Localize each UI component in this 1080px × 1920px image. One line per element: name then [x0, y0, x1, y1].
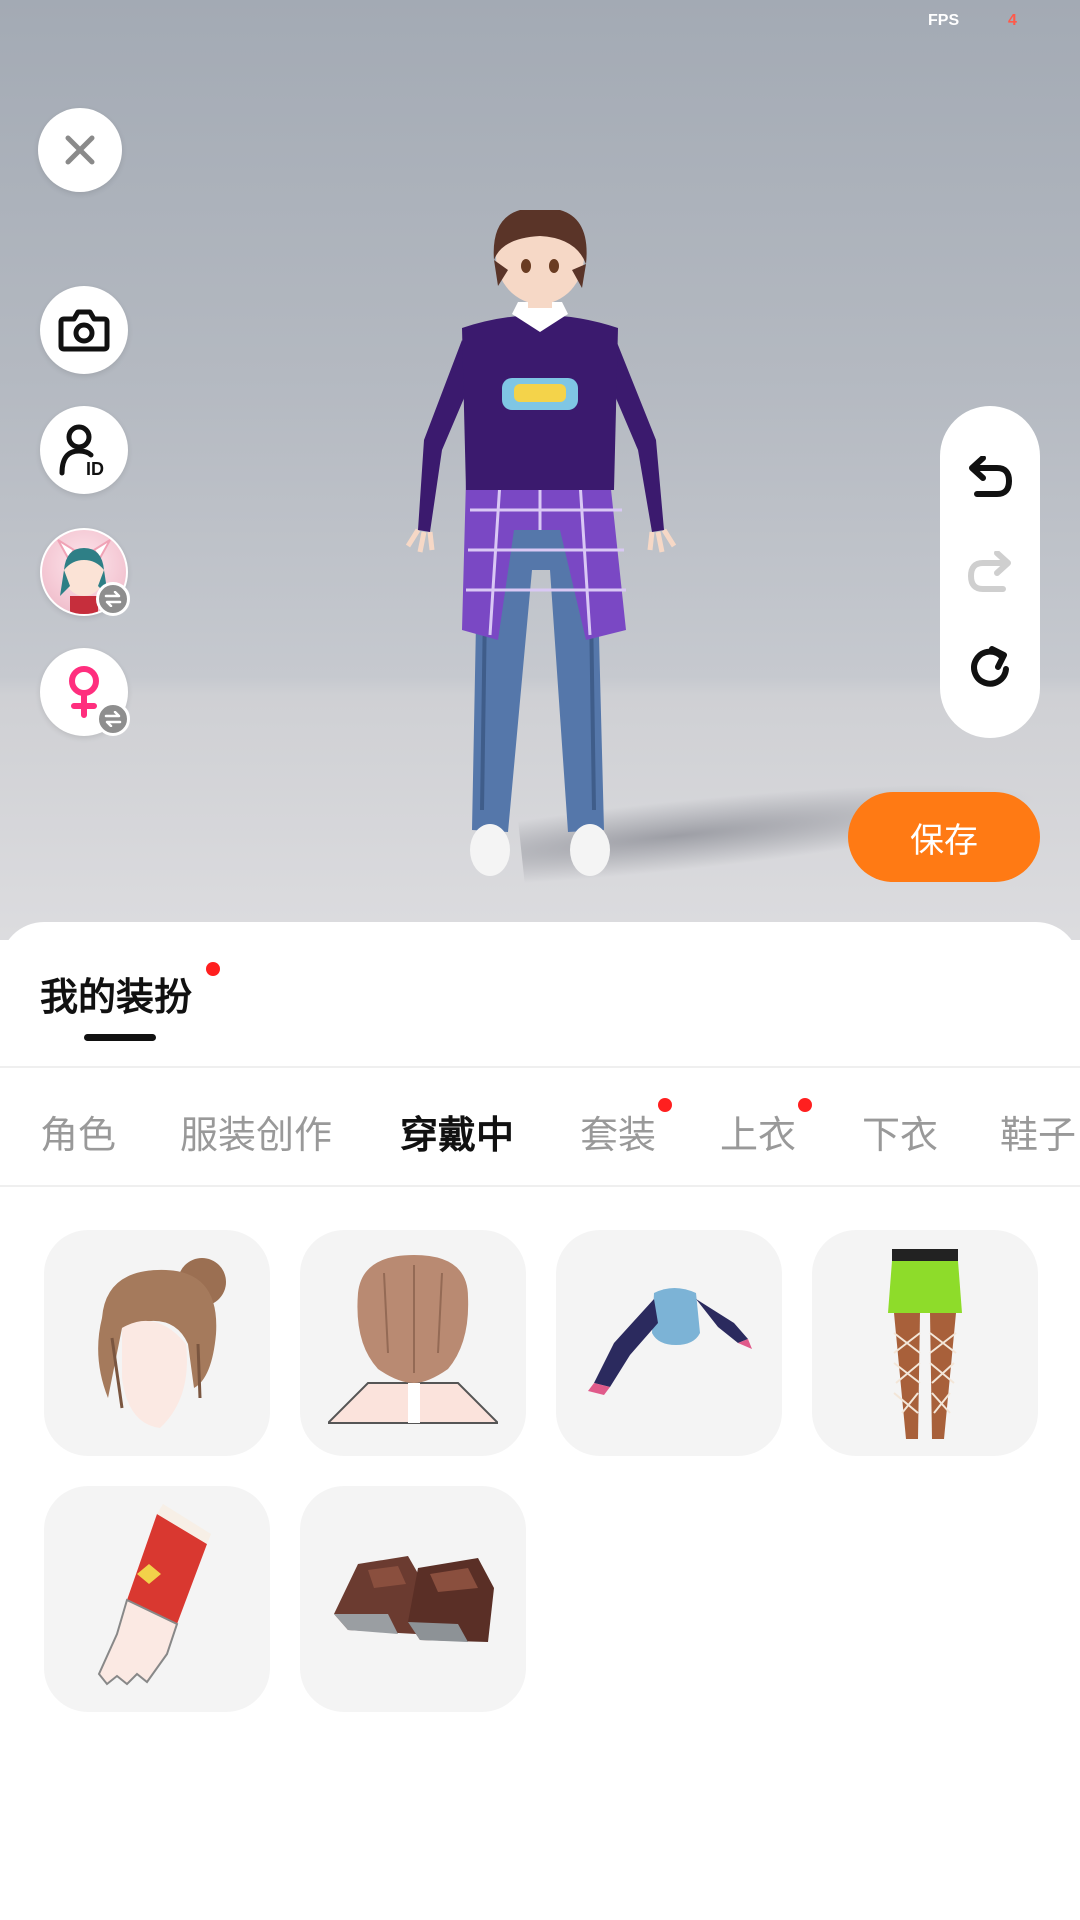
- swap-icon: [96, 582, 130, 616]
- item-tile[interactable]: [812, 1230, 1038, 1456]
- swap-icon: [96, 702, 130, 736]
- hair-back-icon: [328, 1255, 498, 1424]
- close-icon: [65, 135, 95, 165]
- crop-top-icon: [588, 1288, 752, 1395]
- item-tile[interactable]: [44, 1230, 270, 1456]
- fps-value: 4: [1008, 12, 1017, 29]
- tab-sets[interactable]: 套装: [580, 1098, 673, 1159]
- item-tile[interactable]: [556, 1230, 782, 1456]
- tab-character[interactable]: 角色: [40, 1104, 116, 1159]
- undo-button[interactable]: [960, 447, 1020, 507]
- switch-gender-button[interactable]: [40, 648, 130, 736]
- tab-bottoms[interactable]: 下衣: [862, 1104, 938, 1159]
- shoes-icon: [334, 1556, 494, 1642]
- switch-character-button[interactable]: [40, 528, 130, 616]
- tab-sets-label: 套装: [580, 1113, 657, 1157]
- reset-icon: [971, 645, 1009, 687]
- item-tile[interactable]: [300, 1486, 526, 1712]
- divider: [0, 1185, 1080, 1187]
- save-button[interactable]: 保存: [848, 792, 1040, 882]
- redo-button[interactable]: [960, 542, 1020, 602]
- skirt-fishnet-icon: [888, 1249, 962, 1439]
- title-underline: [84, 1034, 156, 1041]
- close-button[interactable]: [38, 108, 122, 192]
- glove-icon: [97, 1504, 211, 1686]
- fps-label: FPS: [928, 12, 960, 29]
- svg-text:ID: ID: [86, 459, 104, 477]
- history-panel: [940, 406, 1040, 738]
- tab-wearing[interactable]: 穿戴中: [400, 1104, 514, 1159]
- user-id-button[interactable]: ID: [40, 406, 128, 494]
- category-tabs[interactable]: 角色 服装创作 穿戴中 套装 上衣 下衣 鞋子: [0, 1066, 1080, 1185]
- redo-icon: [967, 550, 1011, 592]
- notification-dot: [658, 1098, 673, 1112]
- sheet-title[interactable]: 我的装扮: [40, 966, 192, 1021]
- item-tile[interactable]: [300, 1230, 526, 1456]
- notification-dot: [206, 962, 220, 976]
- camera-icon: [58, 309, 110, 352]
- camera-button[interactable]: [40, 286, 128, 374]
- item-tile[interactable]: [44, 1486, 270, 1712]
- avatar-preview-stage[interactable]: FPS 4 ID 保存: [0, 0, 1080, 940]
- tab-tops[interactable]: 上衣: [720, 1098, 813, 1159]
- hair-bun-icon: [98, 1258, 226, 1428]
- tab-tops-label: 上衣: [720, 1113, 797, 1157]
- avatar-character[interactable]: [390, 210, 690, 890]
- notification-dot: [798, 1098, 813, 1112]
- outfit-sheet: 我的装扮 角色 服装创作 穿戴中 套装 上衣 下衣 鞋子: [0, 922, 1080, 1920]
- user-id-icon: ID: [59, 424, 104, 477]
- undo-icon: [969, 456, 1013, 498]
- tab-outfit-creation[interactable]: 服装创作: [180, 1104, 332, 1159]
- reset-button[interactable]: [960, 637, 1020, 697]
- tab-shoes[interactable]: 鞋子: [1000, 1104, 1076, 1159]
